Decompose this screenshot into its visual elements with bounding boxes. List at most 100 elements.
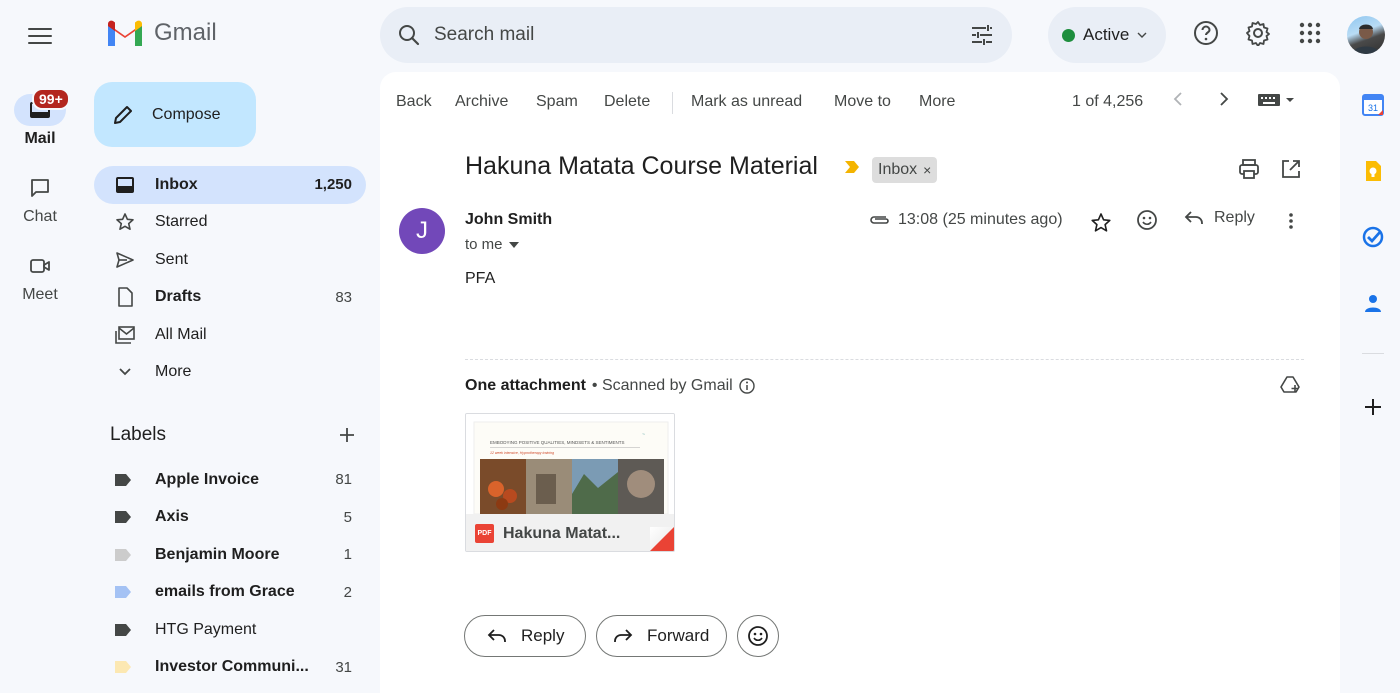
label-count: 2 [343,583,352,601]
main-menu-icon[interactable] [24,22,56,50]
nav-item-inbox[interactable]: Inbox 1,250 [94,166,366,204]
chevron-left-icon[interactable] [1172,91,1184,112]
folder-nav: Inbox 1,250 Starred Sent Drafts 83 All M… [94,166,366,391]
label-name: HTG Payment [155,620,257,638]
search-input[interactable] [434,24,970,46]
contacts-icon[interactable] [1360,290,1386,316]
label-item[interactable]: Axis 5 [94,499,366,537]
nav-item-sent[interactable]: Sent [94,241,366,279]
label-tag-icon [114,548,136,562]
inbox-label-chip[interactable]: Inbox × [872,157,938,183]
compose-label: Compose [152,105,221,123]
chevron-right-icon[interactable] [1218,91,1230,112]
rail-chat[interactable]: Chat [0,172,80,226]
label-count: 1 [343,546,352,564]
add-addon-icon[interactable] [1360,394,1386,420]
rail-mail-label: Mail [24,130,56,147]
pencil-icon [114,105,132,124]
nav-item-drafts[interactable]: Drafts 83 [94,279,366,317]
remove-label-icon[interactable]: × [923,162,931,178]
reply-button[interactable]: Reply [464,615,586,657]
gmail-logo[interactable]: Gmail [106,18,217,48]
page-curl-fold [650,527,674,551]
rail-chat-label: Chat [23,208,57,225]
search-options-icon[interactable] [970,24,994,46]
label-tag-icon [114,585,136,599]
attachment-divider [465,359,1304,360]
send-icon [114,249,136,271]
nav-count: 83 [335,288,352,306]
forward-button[interactable]: Forward [596,615,727,657]
keyboard-icon[interactable] [1258,92,1298,113]
label-item[interactable]: HTG Payment [94,611,366,649]
chat-icon [14,172,66,204]
keep-icon[interactable] [1360,158,1386,184]
preview-subheading: 12 week intensive, Hypnotherapy training [490,451,554,455]
toolbar-divider [672,92,673,114]
pdf-file-icon: PDF [475,524,494,543]
star-icon[interactable] [1090,212,1112,239]
pager-text: 1 of 4,256 [1072,93,1144,110]
status-label: Active [1083,25,1130,44]
preview-heading: EMBODYING POSITIVE QUALITIES, MINDSETS &… [490,440,625,445]
draft-icon [114,286,136,308]
caret-down-icon [508,241,519,248]
info-icon[interactable] [739,378,755,394]
archive-button[interactable]: Archive [455,93,508,111]
status-dot [1062,28,1075,42]
labels-header: Labels [110,424,356,446]
print-icon[interactable] [1238,158,1260,185]
compose-button[interactable]: Compose [94,82,256,147]
sender-name[interactable]: John Smith [465,211,552,229]
rail-meet[interactable]: Meet [0,250,80,304]
nav-label: Inbox [155,175,198,193]
svg-text:~: ~ [642,432,645,438]
add-reaction-icon[interactable] [1136,209,1158,236]
reply-button-header[interactable]: Reply [1184,209,1255,227]
label-count: 81 [335,471,352,489]
email-subject: Hakuna Matata Course Material [465,152,818,180]
search-icon[interactable] [398,24,420,46]
label-item[interactable]: Investor Communi... 31 [94,649,366,687]
label-count: 31 [335,658,352,676]
back-button[interactable]: Back [396,93,432,111]
label-item[interactable]: emails from Grace 2 [94,574,366,612]
move-to-button[interactable]: Move to [834,93,891,111]
nav-item-all-mail[interactable]: All Mail [94,316,366,354]
label-item[interactable]: Benjamin Moore 1 [94,536,366,574]
open-in-new-window-icon[interactable] [1280,158,1302,185]
rail-mail[interactable]: 99+ Mail [0,88,80,148]
attachment-card[interactable]: EMBODYING POSITIVE QUALITIES, MINDSETS &… [465,413,675,552]
help-icon[interactable] [1192,19,1220,47]
account-avatar[interactable] [1347,16,1385,54]
settings-gear-icon[interactable] [1244,19,1272,47]
status-dropdown[interactable]: Active [1048,7,1166,63]
label-name: Apple Invoice [155,470,260,488]
add-to-drive-icon[interactable] [1280,375,1302,400]
recipient-details[interactable]: to me [465,236,519,253]
apps-grid-icon[interactable] [1296,19,1324,47]
tasks-icon[interactable] [1360,224,1386,250]
nav-label: More [155,363,192,381]
more-options-icon[interactable] [1288,212,1294,235]
nav-item-starred[interactable]: Starred [94,204,366,242]
mark-unread-button[interactable]: Mark as unread [691,93,802,111]
emoji-reaction-button[interactable] [737,615,779,657]
search-bar [380,7,1012,63]
gmail-m-icon [108,20,142,46]
importance-marker-icon[interactable] [844,160,860,174]
delete-button[interactable]: Delete [604,93,650,111]
calendar-icon[interactable]: 31 [1360,92,1386,118]
forward-icon [614,629,633,642]
attachment-preview: EMBODYING POSITIVE QUALITIES, MINDSETS &… [466,414,674,515]
nav-item-more[interactable]: More [94,354,366,392]
label-item[interactable]: Apple Invoice 81 [94,461,366,499]
reply-label: Reply [1214,209,1255,226]
sender-avatar[interactable]: J [399,208,445,254]
label-name: emails from Grace [155,583,295,601]
more-button[interactable]: More [919,93,955,111]
attachment-count: One attachment [465,377,586,394]
add-label-icon[interactable] [338,426,356,444]
app-name: Gmail [154,19,217,46]
spam-button[interactable]: Spam [536,93,578,111]
